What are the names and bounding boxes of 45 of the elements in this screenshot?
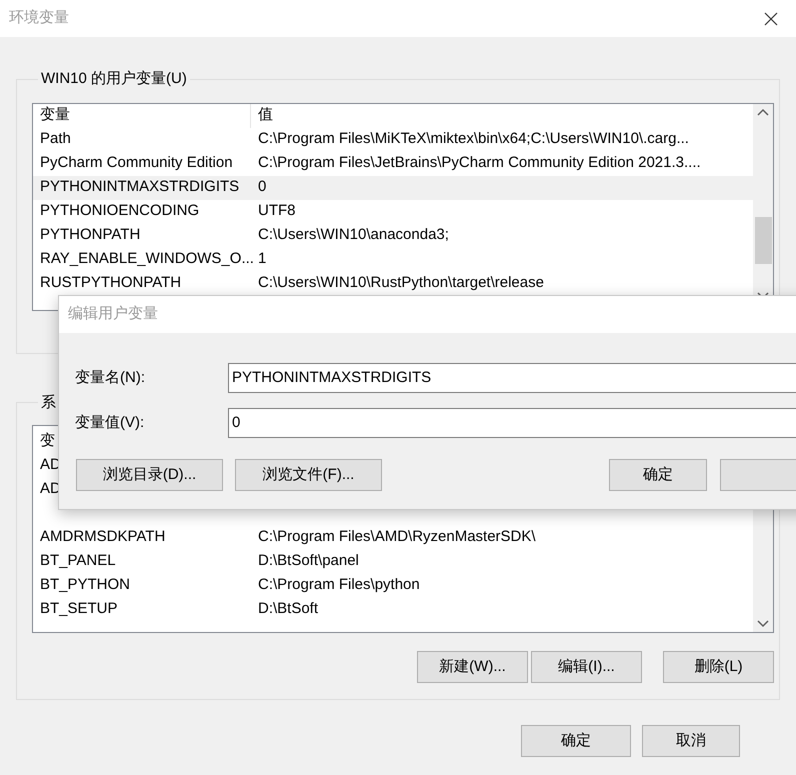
dialog-button[interactable]: 浏览文件(F)...	[235, 459, 382, 491]
variable-value: C:\Users\WIN10\RustPython\target\release	[257, 273, 545, 294]
variable-name[interactable]: PYTHONINTMAXSTRDIGITS	[33, 176, 251, 199]
variable-value: UTF8	[257, 201, 296, 222]
dialog-title: 编辑用户变量	[68, 304, 158, 324]
list-action-button[interactable]: 编辑(I)...	[531, 651, 642, 683]
variable-name[interactable]: RAY_ENABLE_WINDOWS_O...	[33, 248, 251, 271]
scroll-down-icon[interactable]	[757, 620, 769, 628]
variable-name[interactable]: PYTHONPATH	[33, 224, 251, 247]
window-title: 环境变量	[9, 8, 69, 28]
field-label: 变量名(N):	[74, 368, 146, 388]
variable-value: D:\BtSoft	[257, 598, 320, 619]
scroll-up-icon[interactable]	[757, 108, 769, 116]
column-header[interactable]: 值	[251, 104, 753, 128]
ok-button[interactable]: 确定	[521, 725, 631, 757]
variable-value: C:\Program Files\python	[257, 574, 421, 595]
variable-name[interactable]: PyCharm Community Edition	[33, 152, 251, 175]
field-label: 变量值(V):	[74, 412, 146, 433]
input-field[interactable]: PYTHONINTMAXSTRDIGITS	[228, 363, 796, 393]
variable-name[interactable]: AMDRMSDKPATH	[33, 526, 251, 548]
variable-name[interactable]: BT_SETUP	[33, 598, 251, 620]
cancel-button[interactable]: 取消	[642, 725, 740, 757]
variable-value: 0	[257, 177, 268, 198]
variable-name[interactable]: PYTHONIOENCODING	[33, 200, 251, 223]
dialog-button[interactable]: 浏览目录(D)...	[76, 459, 223, 491]
variable-value: C:\Users\WIN10\anaconda3;	[257, 225, 450, 246]
input-field[interactable]: 0	[228, 408, 796, 438]
variable-value: C:\Program Files\JetBrains\PyCharm Community Edition 2021.3....	[257, 153, 702, 174]
column-header[interactable]: 变量	[33, 104, 251, 128]
variable-value: C:\Program Files\AMD\RyzenMasterSDK\	[257, 526, 537, 547]
variable-name[interactable]: RUSTPYTHONPATH	[33, 272, 251, 295]
variable-name[interactable]: BT_PANEL	[33, 550, 251, 572]
group-title: WIN10 的用户变量(U)	[40, 69, 188, 89]
scroll-thumb[interactable]	[754, 217, 772, 264]
dialog-button[interactable]: 确定	[609, 459, 706, 491]
list-action-button[interactable]: 新建(W)...	[417, 651, 528, 683]
variable-value: C:\Program Files\MiKTeX\miktex\bin\x64;C:\Users\WIN10\.carg...	[257, 129, 690, 150]
group-title: 系	[40, 392, 57, 412]
variable-name[interactable]: BT_PYTHON	[33, 574, 251, 596]
close-icon[interactable]	[764, 12, 778, 26]
variable-name[interactable]: Path	[33, 128, 251, 151]
list-action-button[interactable]: 删除(L)	[663, 651, 774, 683]
variable-value: 1	[257, 249, 268, 270]
variable-value: D:\BtSoft\panel	[257, 550, 360, 571]
dialog-button[interactable]	[720, 459, 796, 491]
